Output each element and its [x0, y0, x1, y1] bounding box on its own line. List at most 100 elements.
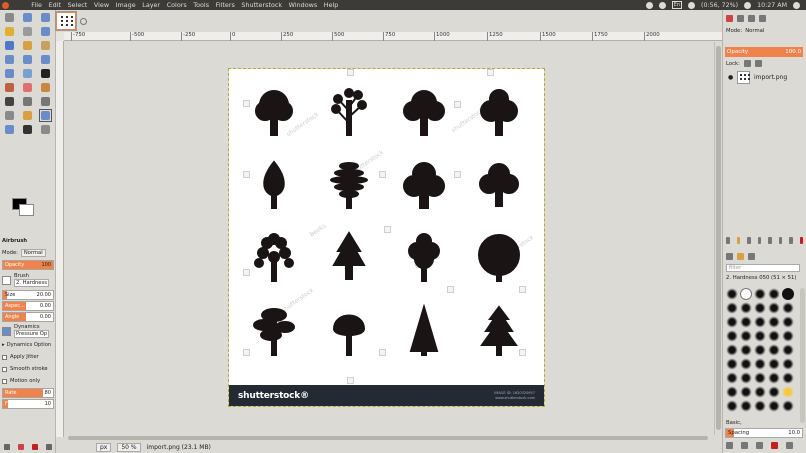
paths-tool[interactable]	[22, 40, 33, 51]
brush-swatch[interactable]	[754, 386, 766, 398]
refresh-brushes-icon[interactable]	[786, 442, 793, 449]
lock-position-icon[interactable]	[754, 60, 762, 67]
layer-thumbnail[interactable]	[737, 70, 750, 84]
brush-swatch[interactable]	[754, 302, 766, 314]
move-tool[interactable]	[40, 54, 51, 65]
brush-swatch[interactable]	[782, 400, 794, 412]
brush-swatch[interactable]	[754, 330, 766, 342]
menu-shutterstock[interactable]: Shutterstock	[238, 1, 285, 9]
brush-swatch[interactable]	[740, 386, 752, 398]
brush-field[interactable]: 2. Hardness	[14, 279, 49, 287]
gradients-tab-icon[interactable]	[748, 252, 755, 260]
blend-tool[interactable]	[4, 124, 15, 135]
menu-select[interactable]: Select	[64, 1, 90, 9]
brush-swatch[interactable]	[740, 288, 752, 300]
brush-swatch[interactable]	[768, 400, 780, 412]
edit-brush-icon[interactable]	[726, 442, 733, 449]
brush-swatch[interactable]	[740, 400, 752, 412]
menu-image[interactable]: Image	[112, 1, 139, 9]
volume-icon[interactable]	[744, 1, 752, 9]
paintbrush-tool[interactable]	[40, 124, 51, 135]
brush-swatch[interactable]	[754, 358, 766, 370]
brush-swatch[interactable]	[782, 316, 794, 328]
brush-swatch[interactable]	[782, 302, 794, 314]
smooth-stroke-checkbox[interactable]: Smooth stroke	[0, 363, 56, 375]
dynamics-options-expander[interactable]: ▸ Dynamics Option	[0, 339, 56, 351]
unified-transform-tool[interactable]	[40, 68, 51, 79]
pencil-tool[interactable]	[22, 124, 33, 135]
vertical-scrollbar[interactable]	[714, 42, 722, 435]
dropbox-icon[interactable]	[658, 1, 666, 9]
color-picker-tool[interactable]	[40, 40, 51, 51]
perspective-tool[interactable]	[4, 96, 15, 107]
brush-swatch[interactable]	[726, 316, 738, 328]
size-slider[interactable]: Size 20.00	[2, 290, 54, 300]
brush-swatch[interactable]	[726, 288, 738, 300]
apply-jitter-checkbox[interactable]: Apply Jitter	[0, 351, 56, 363]
raise-layer-icon[interactable]	[747, 237, 751, 244]
brush-preset-dropdown[interactable]: Basic,	[723, 418, 806, 427]
layer-row[interactable]: ● import.png	[725, 68, 803, 86]
crop-tool[interactable]	[22, 68, 33, 79]
brush-swatch[interactable]	[782, 386, 794, 398]
paths-tab-icon[interactable]	[748, 14, 755, 22]
brush-swatch[interactable]	[782, 330, 794, 342]
menu-filters[interactable]: Filters	[212, 1, 238, 9]
undo-tab-icon[interactable]	[759, 14, 766, 22]
aspect-slider[interactable]: Aspec... 0.00	[2, 301, 54, 311]
dynamics-icon[interactable]	[2, 326, 11, 336]
brush-swatch[interactable]	[726, 358, 738, 370]
menu-file[interactable]: File	[28, 1, 45, 9]
zoom-dropdown[interactable]: 50 %	[117, 443, 141, 452]
free-select-tool[interactable]	[40, 12, 51, 23]
menu-help[interactable]: Help	[321, 1, 342, 9]
rate-slider[interactable]: Rate 80	[2, 388, 54, 398]
opacity-slider[interactable]: Opacity 100	[2, 260, 54, 270]
menu-windows[interactable]: Windows	[285, 1, 320, 9]
warp-tool[interactable]	[4, 110, 15, 121]
rect-select-tool[interactable]	[4, 12, 15, 23]
brush-filter-input[interactable]: filter	[726, 263, 800, 272]
dynamics-field[interactable]: Pressure Op	[14, 330, 50, 338]
brush-swatch[interactable]	[726, 386, 738, 398]
layers-tab-icon[interactable]	[726, 14, 733, 22]
brush-swatch[interactable]	[782, 358, 794, 370]
cage-tool[interactable]	[40, 96, 51, 107]
brush-swatch[interactable]	[768, 330, 780, 342]
clock[interactable]: 10:27 AM	[757, 2, 787, 9]
delete-options-icon[interactable]	[32, 443, 38, 450]
restore-options-icon[interactable]	[18, 443, 24, 450]
brush-swatch[interactable]	[782, 372, 794, 384]
duplicate-brush-icon[interactable]	[756, 442, 763, 449]
brush-swatch[interactable]	[726, 344, 738, 356]
zoom-tool[interactable]	[4, 54, 15, 65]
align-tool[interactable]	[4, 68, 15, 79]
brush-swatch[interactable]	[754, 344, 766, 356]
gear-icon[interactable]	[793, 1, 800, 9]
background-color[interactable]	[19, 204, 34, 216]
brush-swatch[interactable]	[754, 288, 766, 300]
shear-tool[interactable]	[40, 82, 51, 93]
brush-swatch[interactable]	[740, 372, 752, 384]
battery-status[interactable]: (0:56, 72%)	[701, 2, 738, 9]
lock-pixels-icon[interactable]	[743, 60, 751, 67]
reset-options-icon[interactable]	[46, 443, 52, 450]
fg-bg-colors[interactable]	[10, 198, 36, 220]
ellipse-select-tool[interactable]	[22, 12, 33, 23]
patterns-tab-icon[interactable]	[737, 252, 744, 260]
brush-swatch[interactable]	[768, 302, 780, 314]
delete-brush-icon[interactable]	[771, 442, 778, 449]
new-brush-icon[interactable]	[741, 442, 748, 449]
brush-swatch[interactable]	[740, 302, 752, 314]
menu-tools[interactable]: Tools	[190, 1, 212, 9]
layer-mode-dropdown[interactable]: Normal	[745, 28, 764, 34]
motion-only-checkbox[interactable]: Motion only	[0, 375, 56, 387]
color-select-tool[interactable]	[22, 26, 33, 37]
image-tab[interactable]	[56, 10, 122, 32]
scale-tool[interactable]	[22, 82, 33, 93]
brush-swatch[interactable]	[740, 316, 752, 328]
brush-swatch[interactable]	[726, 372, 738, 384]
save-options-icon[interactable]	[4, 443, 10, 450]
image-viewport[interactable]: shutterstock shutterstock shutterstock B…	[64, 42, 714, 435]
brush-swatch[interactable]	[782, 288, 794, 300]
